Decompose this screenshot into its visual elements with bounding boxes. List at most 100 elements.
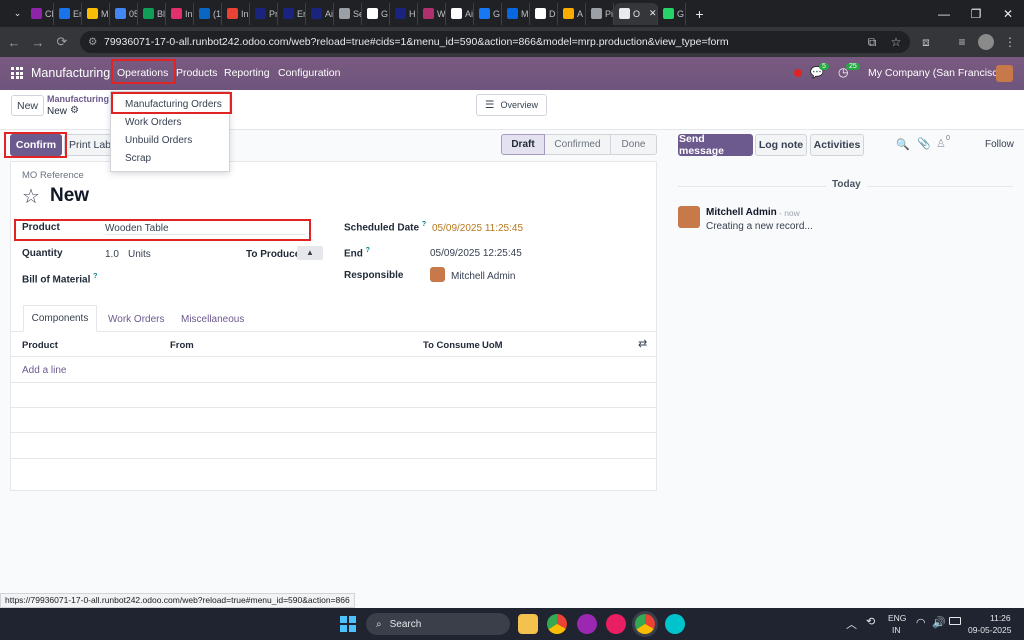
chrome-icon[interactable]	[547, 614, 567, 634]
browser-tab[interactable]: M	[502, 2, 530, 25]
site-info-icon[interactable]: ⚙	[88, 31, 97, 53]
language-bottom[interactable]: IN	[892, 625, 901, 635]
browser-tab[interactable]: Cl	[26, 2, 54, 25]
scheduled-date-field[interactable]: 05/09/2025 11:25:45	[432, 223, 523, 234]
tab-close-icon[interactable]: ✕	[649, 8, 657, 19]
favorite-star-icon[interactable]: ☆	[22, 184, 40, 209]
forecast-chart-button[interactable]: ▲	[297, 246, 323, 260]
new-button[interactable]: New	[11, 95, 44, 116]
overview-button[interactable]: ☰ Overview	[476, 94, 547, 116]
menu-configuration[interactable]: Configuration	[278, 57, 340, 90]
dropdown-item-work-orders[interactable]: Work Orders	[125, 117, 182, 128]
status-draft[interactable]: Draft	[501, 134, 545, 155]
app-icon[interactable]	[577, 614, 597, 634]
dropdown-item-manufacturing-orders[interactable]: Manufacturing Orders	[125, 99, 222, 110]
quantity-uom[interactable]: Units	[128, 249, 151, 260]
profile-avatar[interactable]	[974, 27, 998, 57]
browser-tab[interactable]: Pr	[250, 2, 278, 25]
browser-tab[interactable]: D	[530, 2, 558, 25]
browser-tab[interactable]: Se	[334, 2, 362, 25]
windows-start-icon[interactable]	[340, 616, 356, 632]
bookmark-star-icon[interactable]: ☆	[884, 27, 908, 57]
wifi-icon[interactable]: ◠	[916, 616, 926, 629]
status-confirmed[interactable]: Confirmed	[545, 134, 611, 155]
app-name[interactable]: Manufacturing	[31, 57, 110, 90]
dropdown-item-scrap[interactable]: Scrap	[125, 153, 151, 164]
column-to-consume[interactable]: To Consume	[423, 340, 480, 351]
browser-tab[interactable]: Er	[278, 2, 306, 25]
clock-date[interactable]: 09-05-2025	[968, 625, 1011, 635]
menu-reporting[interactable]: Reporting	[224, 57, 270, 90]
notebook-tab-miscellaneous[interactable]: Miscellaneous	[181, 314, 244, 325]
print-labels-button[interactable]: Print Labels	[64, 134, 114, 156]
activities-button[interactable]: Activities	[810, 134, 864, 156]
browser-tab[interactable]: W	[418, 2, 446, 25]
browser-tab[interactable]: O ✕	[614, 2, 658, 25]
restore-button[interactable]: ❐	[960, 0, 992, 27]
url-input[interactable]: ⚙ 79936071-17-0-all.runbot242.odoo.com/w…	[80, 31, 910, 53]
company-switcher[interactable]: My Company (San Francisco)	[868, 57, 1007, 90]
browser-tab[interactable]: M	[82, 2, 110, 25]
browser-tab[interactable]: Er	[54, 2, 82, 25]
optional-columns-icon[interactable]: ⇄	[638, 337, 647, 350]
forward-icon[interactable]: →	[26, 35, 50, 50]
clock-time[interactable]: 11:26	[990, 613, 1011, 623]
menu-products[interactable]: Products	[176, 57, 217, 90]
close-window-button[interactable]: ✕	[992, 0, 1024, 27]
browser-tab[interactable]: G	[474, 2, 502, 25]
browser-tab[interactable]: Bl	[138, 2, 166, 25]
volume-icon[interactable]: 🔊	[932, 616, 946, 629]
attachment-icon[interactable]: 📎	[917, 137, 931, 150]
add-line-link[interactable]: Add a line	[22, 365, 66, 376]
log-note-button[interactable]: Log note	[755, 134, 807, 156]
reload-icon[interactable]: ⟳	[50, 34, 74, 50]
breadcrumb-parent[interactable]: Manufacturing Orders	[47, 94, 109, 104]
dropdown-item-unbuild-orders[interactable]: Unbuild Orders	[125, 135, 192, 146]
menu-operations[interactable]: Operations	[117, 57, 168, 90]
browser-tab[interactable]: Ai	[306, 2, 334, 25]
notebook-tab-work-orders[interactable]: Work Orders	[108, 314, 165, 325]
language-top[interactable]: ENG	[888, 613, 906, 623]
notebook-tab-components[interactable]: Components	[23, 305, 97, 332]
sync-icon[interactable]: ⟲	[866, 615, 875, 628]
minimize-button[interactable]: —	[928, 0, 960, 27]
taskbar-search[interactable]: ⌕ Search	[366, 613, 510, 635]
responsible-field[interactable]: Mitchell Admin	[451, 271, 515, 282]
settings-gear-icon[interactable]: ⚙	[70, 105, 79, 116]
search-messages-icon[interactable]: 🔍	[896, 138, 910, 151]
media-player-icon[interactable]	[606, 614, 626, 634]
browser-tab[interactable]: H	[390, 2, 418, 25]
browser-tab[interactable]: G	[362, 2, 390, 25]
browser-tab[interactable]: A	[558, 2, 586, 25]
reading-list-icon[interactable]: ≡	[950, 27, 974, 57]
extensions-icon[interactable]: ⧈	[914, 27, 938, 57]
user-avatar[interactable]	[996, 65, 1013, 82]
column-uom[interactable]: UoM	[482, 340, 503, 351]
install-icon[interactable]: ⧉	[860, 27, 884, 57]
tray-chevron-icon[interactable]: ︿	[846, 616, 857, 632]
column-product[interactable]: Product	[22, 340, 58, 351]
battery-icon[interactable]	[949, 617, 961, 625]
status-done[interactable]: Done	[611, 134, 657, 155]
back-icon[interactable]: ←	[2, 35, 26, 50]
browser-tab[interactable]: In	[222, 2, 250, 25]
browser-tab[interactable]: Pi	[586, 2, 614, 25]
new-tab-button[interactable]: +	[686, 3, 708, 25]
browser-tab[interactable]: (1	[194, 2, 222, 25]
confirm-button[interactable]: Confirm	[10, 134, 62, 156]
canva-icon[interactable]	[665, 614, 685, 634]
browser-tab[interactable]: Ai	[446, 2, 474, 25]
follow-button[interactable]: Follow	[985, 139, 1014, 150]
chrome-active-icon[interactable]	[635, 614, 655, 634]
quantity-field[interactable]: 1.0	[105, 249, 119, 260]
browser-tab[interactable]: 05	[110, 2, 138, 25]
browser-menu-icon[interactable]: ⋮	[998, 27, 1022, 57]
apps-grid-icon[interactable]	[11, 67, 23, 79]
browser-tab[interactable]: In	[166, 2, 194, 25]
browser-tab[interactable]: G	[658, 2, 686, 25]
followers-icon[interactable]: ♙	[936, 137, 946, 150]
tab-list-button[interactable]: ⌄	[4, 3, 26, 25]
file-explorer-icon[interactable]	[518, 614, 538, 634]
end-date-field[interactable]: 05/09/2025 12:25:45	[430, 248, 522, 259]
send-message-button[interactable]: Send message	[678, 133, 753, 157]
